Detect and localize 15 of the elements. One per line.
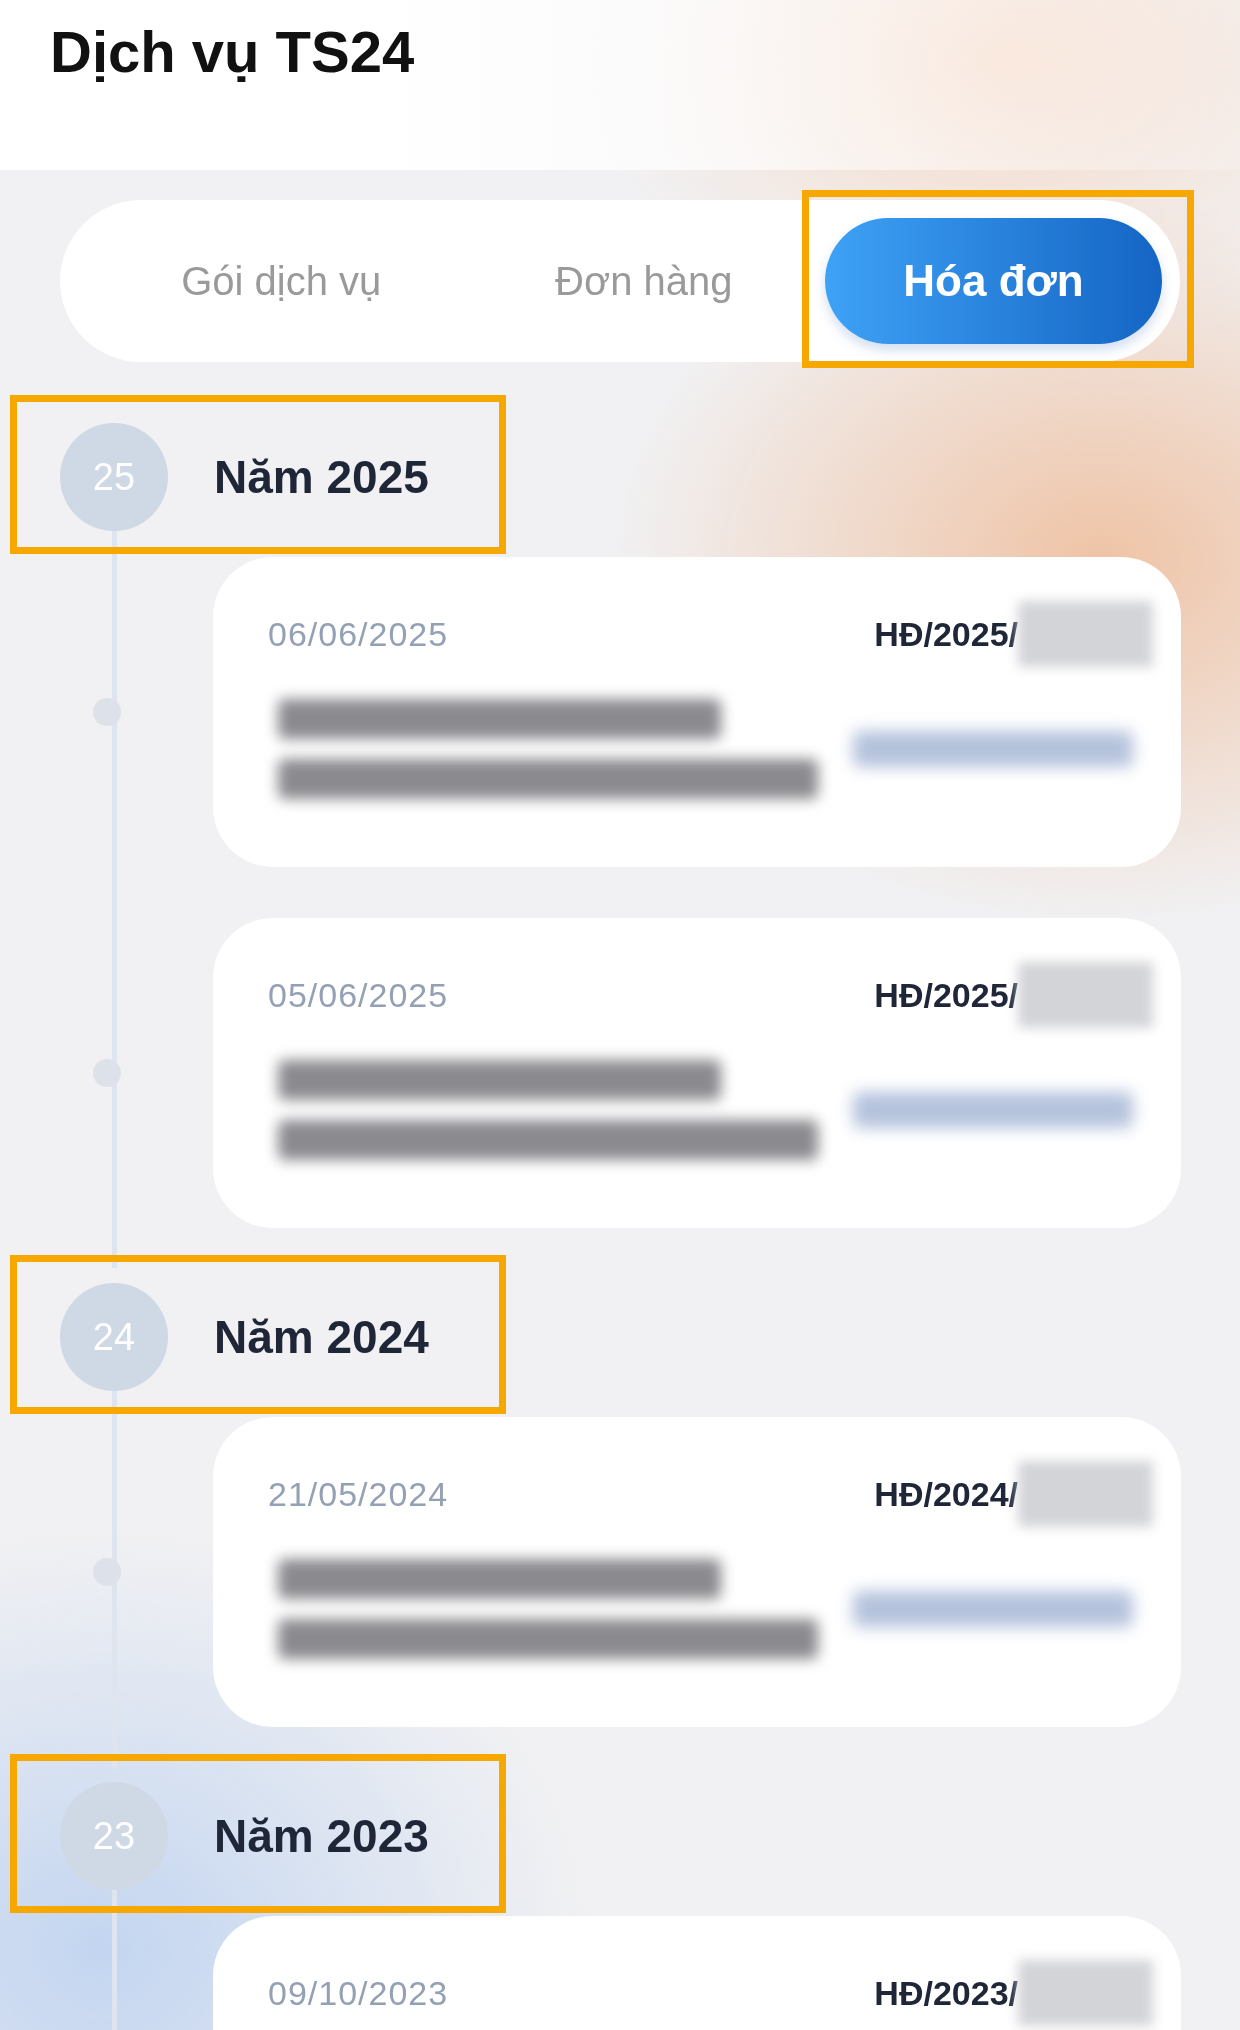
year-title: Năm 2025 — [214, 450, 429, 504]
year-title: Năm 2024 — [214, 1310, 429, 1364]
invoice-number: HĐ/2023/ — [874, 1973, 1018, 2013]
invoice-date: 09/10/2023 — [268, 1973, 449, 2013]
invoice-card[interactable]: 05/06/2025 HĐ/2025/ — [213, 918, 1181, 1228]
invoice-number: HĐ/2025/ — [874, 614, 1018, 654]
invoice-card[interactable]: 06/06/2025 HĐ/2025/ — [213, 557, 1181, 867]
invoice-number: HĐ/2024/ — [874, 1474, 1018, 1514]
invoice-date: 05/06/2025 — [268, 975, 449, 1015]
page-title: Dịch vụ TS24 — [50, 18, 415, 85]
tab[interactable]: Hóa đơn — [825, 218, 1162, 344]
invoice-number: HĐ/2025/ — [874, 975, 1018, 1015]
invoice-date: 21/05/2024 — [268, 1474, 449, 1514]
year-title: Năm 2023 — [214, 1809, 429, 1863]
invoice-date: 06/06/2025 — [268, 614, 449, 654]
